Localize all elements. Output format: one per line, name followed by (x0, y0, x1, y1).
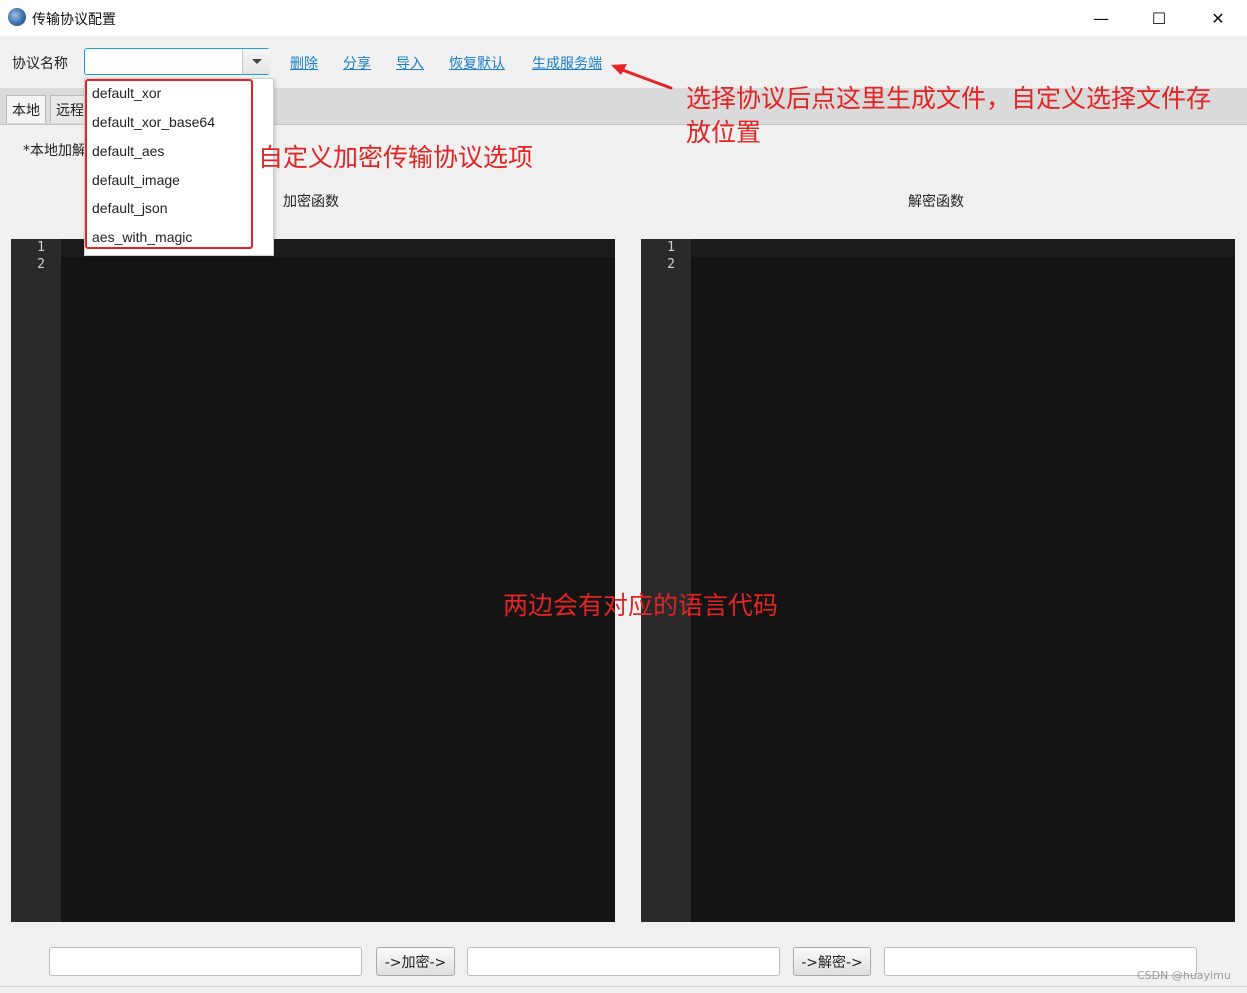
dropdown-option[interactable]: default_xor (92, 85, 161, 101)
decrypt-function-title: 解密函数 (908, 194, 964, 210)
close-button[interactable]: ✕ (1189, 0, 1247, 36)
line-number: 1 (37, 240, 45, 255)
dropdown-option[interactable]: default_aes (92, 143, 164, 159)
dropdown-option[interactable]: default_xor_base64 (92, 114, 215, 130)
chevron-down-icon (251, 59, 262, 64)
restore-default-link[interactable]: 恢复默认 (449, 53, 505, 73)
encrypted-output-field[interactable] (467, 947, 780, 976)
dropdown-option[interactable]: default_image (92, 172, 180, 188)
decrypt-button[interactable]: ->解密-> (793, 947, 871, 976)
encrypt-code-editor[interactable]: 1 2 (11, 239, 615, 922)
maximize-button[interactable]: ☐ (1130, 0, 1188, 36)
annotation-options: 自定义加密传输协议选项 (258, 143, 534, 172)
line-number-gutter: 1 2 (641, 239, 691, 922)
line-number: 2 (37, 257, 45, 272)
bottom-divider (0, 986, 1247, 987)
protocol-name-label: 协议名称 (12, 56, 68, 72)
plaintext-input[interactable] (49, 947, 362, 976)
encrypt-button[interactable]: ->加密-> (376, 947, 455, 976)
line-number: 2 (667, 257, 675, 272)
share-link[interactable]: 分享 (343, 53, 371, 73)
line-number-gutter: 1 2 (11, 239, 61, 922)
tab-local[interactable]: 本地 (6, 95, 46, 123)
encrypt-function-title: 加密函数 (283, 194, 339, 210)
line-number: 1 (667, 240, 675, 255)
combo-dropdown-button[interactable] (242, 49, 270, 74)
dropdown-option[interactable]: aes_with_magic (92, 229, 192, 245)
delete-link[interactable]: 删除 (290, 53, 318, 73)
annotation-generate: 选择协议后点这里生成文件，自定义选择文件存放位置 (686, 84, 1212, 147)
generate-server-link[interactable]: 生成服务端 (532, 53, 602, 73)
current-line-highlight (691, 239, 1235, 257)
protocol-dropdown-list: default_xor default_xor_base64 default_a… (84, 78, 274, 256)
local-encrypt-note: *本地加解 (23, 143, 86, 159)
dropdown-option[interactable]: default_json (92, 200, 168, 216)
decrypt-code-editor[interactable]: 1 2 (641, 239, 1235, 922)
annotation-arrow-icon (611, 64, 673, 90)
minimize-button[interactable]: — (1072, 0, 1130, 36)
window-title: 传输协议配置 (32, 12, 116, 28)
title-bar (0, 0, 1247, 36)
annotation-middle: 两边会有对应的语言代码 (503, 591, 779, 620)
csdn-watermark: CSDN @huayimu (1137, 969, 1231, 982)
app-globe-icon (8, 8, 26, 26)
import-link[interactable]: 导入 (396, 53, 424, 73)
